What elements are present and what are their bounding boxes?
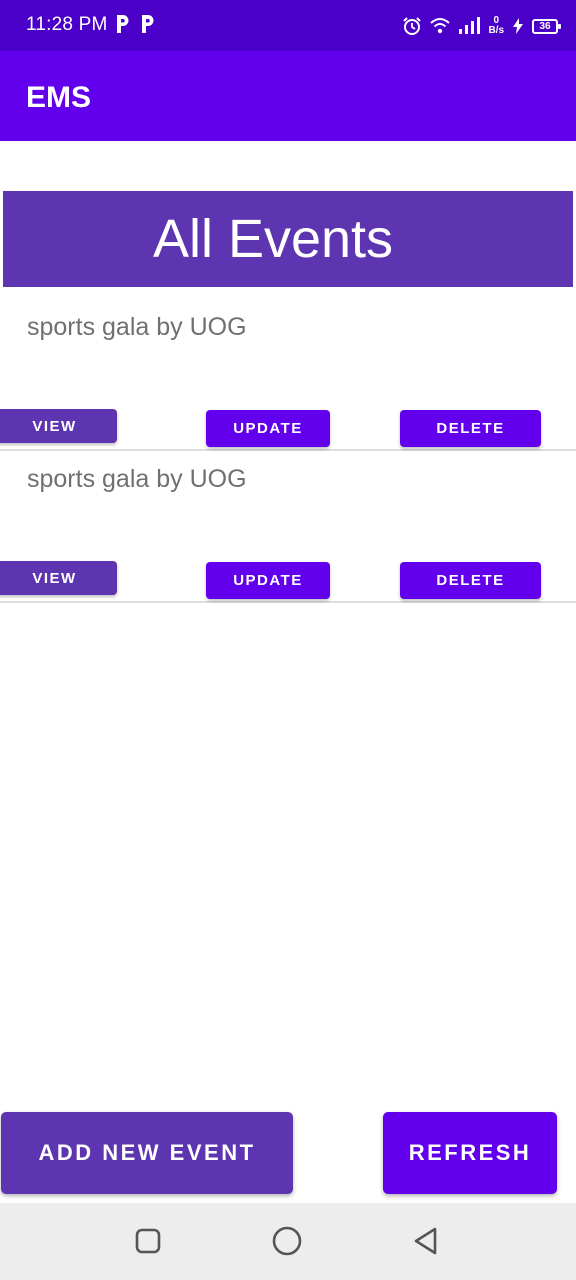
status-icons: 0 B/s 36	[402, 12, 561, 40]
signal-icon	[459, 17, 481, 34]
back-icon	[414, 1227, 437, 1255]
back-button[interactable]	[410, 1225, 442, 1257]
home-icon	[272, 1226, 302, 1256]
home-button[interactable]	[271, 1225, 303, 1257]
event-list-item: sports gala by UOG VIEW UPDATE DELETE	[0, 299, 576, 451]
view-button[interactable]: VIEW	[0, 561, 117, 595]
add-new-event-button[interactable]: ADD NEW EVENT	[1, 1112, 293, 1194]
alarm-icon	[403, 17, 422, 35]
page-title: All Events	[152, 209, 394, 269]
event-list-item: sports gala by UOG VIEW UPDATE DELETE	[0, 451, 576, 603]
delete-button[interactable]: DELETE	[400, 562, 541, 599]
update-button[interactable]: UPDATE	[206, 562, 330, 599]
recents-button[interactable]	[132, 1225, 164, 1257]
charging-icon	[513, 18, 523, 34]
recents-icon	[135, 1228, 161, 1254]
heading-banner: All Events	[3, 191, 573, 287]
delete-button[interactable]: DELETE	[400, 410, 541, 447]
net-speed-unit: B/s	[488, 25, 504, 36]
event-title: sports gala by UOG	[27, 465, 247, 493]
refresh-button[interactable]: REFRESH	[383, 1112, 557, 1194]
p-icon	[142, 15, 154, 33]
event-title: sports gala by UOG	[27, 313, 247, 341]
view-button[interactable]: VIEW	[0, 409, 117, 443]
battery-level: 36	[539, 20, 551, 32]
navigation-bar	[0, 1203, 576, 1280]
net-speed: 0 B/s	[488, 16, 504, 36]
status-time: 11:28 PM	[26, 14, 108, 35]
status-bar: 11:28 PM 0 B/s 36	[0, 0, 576, 51]
app-bar: EMS	[0, 51, 576, 141]
p-icon	[117, 15, 129, 33]
update-button[interactable]: UPDATE	[206, 410, 330, 447]
battery-icon: 36	[532, 18, 561, 34]
wifi-icon	[430, 18, 451, 34]
app-title: EMS	[26, 81, 92, 114]
